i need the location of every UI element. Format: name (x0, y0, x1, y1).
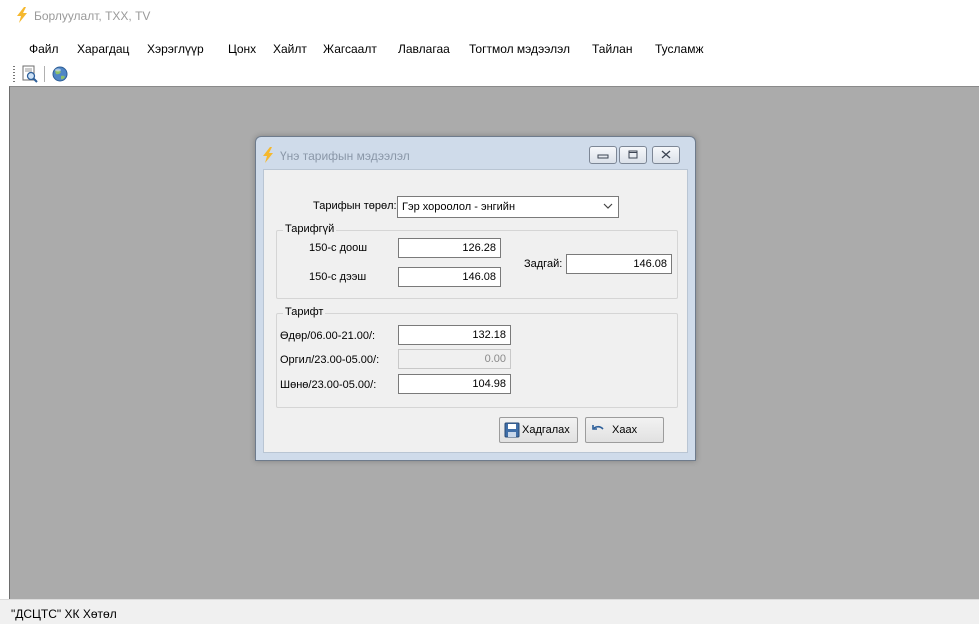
menu-view[interactable]: Харагдац (77, 42, 129, 56)
tariff-info-dialog: Үнэ тарифын мэдээлэл Тарифын төрөл: Гэр … (255, 136, 696, 461)
minimize-icon (597, 154, 609, 159)
untariffed-group-title: Тарифгүй (283, 223, 337, 235)
tariff-type-label: Тарифын төрөл: (313, 200, 397, 212)
status-company-text: "ДСЦТС" ХК Хөтөл (11, 607, 117, 621)
lightning-bolt-icon (17, 7, 27, 23)
close-icon (661, 150, 671, 159)
app-title: Борлуулалт, ТХХ, TV (34, 9, 151, 23)
save-button-label: Хадгалах (522, 424, 570, 436)
above150-label: 150-с дээш (309, 271, 367, 283)
day-tariff-input[interactable]: 132.18 (398, 325, 511, 345)
save-button[interactable]: Хадгалах (499, 417, 578, 443)
chevron-down-icon (603, 203, 613, 209)
peak-tariff-label: Оргил/23.00-05.00/: (280, 354, 380, 366)
minimize-button[interactable] (589, 146, 617, 164)
menu-constants[interactable]: Тогтмол мэдээлэл (469, 42, 570, 56)
night-tariff-input[interactable]: 104.98 (398, 374, 511, 394)
tariff-type-value: Гэр хороолол - энгийн (402, 201, 516, 213)
toolbar-separator (44, 66, 45, 82)
above150-input[interactable]: 146.08 (398, 267, 501, 287)
close-window-button[interactable] (652, 146, 680, 164)
print-preview-icon[interactable] (21, 65, 39, 83)
tariffed-group-title: Тарифт (283, 306, 326, 318)
menu-file[interactable]: Файл (29, 42, 59, 56)
menu-reference[interactable]: Лавлагаа (398, 42, 450, 56)
restore-icon (628, 150, 638, 159)
menu-tools[interactable]: Хэрэглүүр (147, 42, 204, 56)
below150-input[interactable]: 126.28 (398, 238, 501, 258)
menu-list[interactable]: Жагсаалт (323, 42, 377, 56)
menu-window[interactable]: Цонх (228, 42, 256, 56)
floppy-disk-icon (504, 422, 520, 438)
globe-icon[interactable] (51, 65, 69, 83)
dialog-client-area: Тарифын төрөл: Гэр хороолол - энгийн Тар… (263, 169, 688, 453)
toolbar-grip[interactable] (13, 66, 15, 82)
night-tariff-label: Шөнө/23.00-05.00/: (280, 379, 377, 391)
main-title-bar: Борлуулалт, ТХХ, TV (0, 0, 790, 30)
menu-bar: Файл Харагдац Хэрэглүүр Цонх Хайлт Жагса… (0, 30, 979, 62)
toolbar (0, 62, 979, 86)
retail-input[interactable]: 146.08 (566, 254, 672, 274)
tariff-type-select[interactable]: Гэр хороолол - энгийн (397, 196, 619, 218)
lightning-bolt-icon (263, 147, 273, 163)
dialog-title: Үнэ тарифын мэдээлэл (280, 149, 410, 163)
day-tariff-label: Өдөр/06.00-21.00/: (280, 330, 376, 342)
below150-label: 150-с доош (309, 242, 368, 254)
undo-arrow-icon (592, 425, 604, 430)
peak-tariff-input: 0.00 (398, 349, 511, 369)
close-button-label: Хаах (612, 424, 638, 436)
menu-search[interactable]: Хайлт (273, 42, 307, 56)
menu-help[interactable]: Тусламж (655, 42, 703, 56)
maximize-button[interactable] (619, 146, 647, 164)
close-button[interactable]: Хаах (585, 417, 664, 443)
menu-reports[interactable]: Тайлан (592, 42, 632, 56)
status-bar: "ДСЦТС" ХК Хөтөл (0, 599, 979, 624)
retail-label: Задгай: (524, 258, 563, 270)
